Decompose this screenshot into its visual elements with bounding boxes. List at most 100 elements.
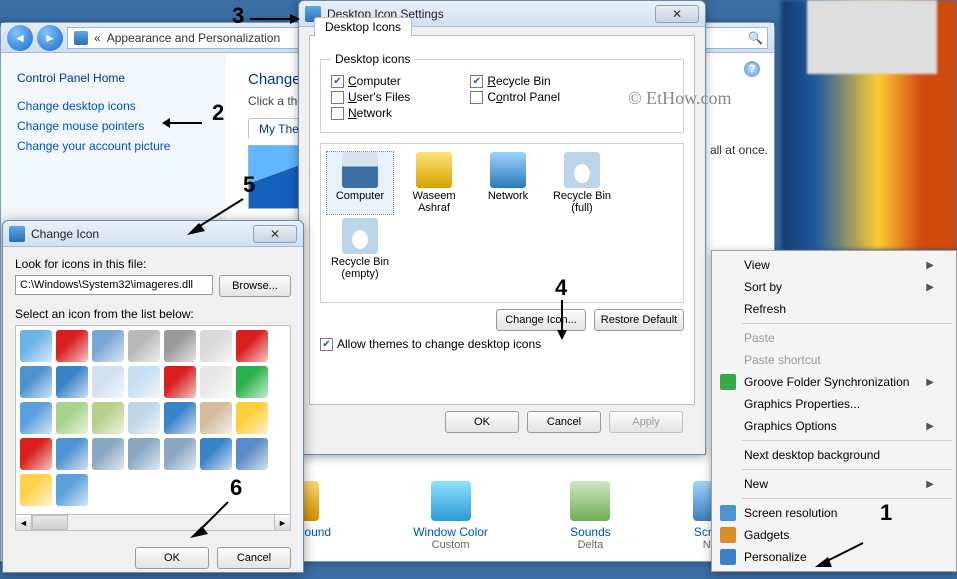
ci-ok-button[interactable]: OK: [135, 547, 209, 569]
scroll-left-button[interactable]: ◄: [16, 515, 32, 530]
submenu-arrow-icon: ▶: [926, 421, 934, 432]
desktop-icon-settings-dialog: Desktop Icon Settings ✕ Desktop Icons De…: [298, 0, 706, 455]
icon-choice[interactable]: [20, 366, 52, 398]
scroll-thumb[interactable]: [32, 515, 68, 530]
ci-select-label: Select an icon from the list below:: [15, 307, 291, 321]
icon-list[interactable]: [15, 325, 291, 515]
icon-choice[interactable]: [164, 438, 196, 470]
icon-choice[interactable]: [200, 330, 232, 362]
menu-item[interactable]: Graphics Properties...: [714, 393, 954, 415]
menu-separator: [742, 498, 952, 499]
tab-desktop-icons[interactable]: Desktop Icons: [314, 17, 412, 37]
icon-choice[interactable]: [236, 366, 268, 398]
menu-item[interactable]: View▶: [714, 254, 954, 276]
preview-item[interactable]: Computer: [327, 152, 393, 214]
icon-choice[interactable]: [56, 438, 88, 470]
menu-item[interactable]: Next desktop background: [714, 444, 954, 466]
preview-icon: [416, 152, 452, 188]
icon-choice[interactable]: [236, 330, 268, 362]
restore-default-button[interactable]: Restore Default: [594, 309, 684, 331]
icon-choice[interactable]: [56, 402, 88, 434]
scroll-right-button[interactable]: ►: [274, 515, 290, 530]
icon-choice[interactable]: [20, 402, 52, 434]
icon-choice[interactable]: [164, 402, 196, 434]
submenu-arrow-icon: ▶: [926, 260, 934, 271]
dis-tab-control: Desktop Icons Desktop icons Computer Use…: [309, 35, 695, 405]
dis-apply-button[interactable]: Apply: [609, 411, 683, 433]
menu-item: Paste: [714, 327, 954, 349]
submenu-arrow-icon: ▶: [926, 479, 934, 490]
dis-ok-button[interactable]: OK: [445, 411, 519, 433]
change-icon-dialog: Change Icon ✕ Look for icons in this fil…: [2, 220, 304, 573]
icon-choice[interactable]: [56, 366, 88, 398]
icon-choice[interactable]: [92, 402, 124, 434]
menu-item[interactable]: Sort by▶: [714, 276, 954, 298]
icon-list-scrollbar[interactable]: ◄ ►: [15, 515, 291, 531]
close-icon[interactable]: ✕: [655, 5, 699, 23]
icon-choice[interactable]: [164, 366, 196, 398]
menu-item[interactable]: Screen resolution: [714, 502, 954, 524]
ci-title-icon: [9, 226, 25, 242]
window-color-icon: [431, 481, 471, 521]
breadcrumb-prefix: «: [94, 31, 101, 45]
icon-choice[interactable]: [128, 402, 160, 434]
icon-file-path-input[interactable]: [15, 275, 213, 295]
preview-item[interactable]: Network: [475, 152, 541, 214]
icon-preview-list[interactable]: ComputerWaseem AshrafNetworkRecycle Bin …: [320, 143, 684, 303]
bottom-item-window-color[interactable]: Window Color Custom: [413, 481, 488, 551]
close-icon[interactable]: ✕: [253, 225, 297, 243]
preview-item[interactable]: Recycle Bin (full): [549, 152, 615, 214]
link-change-mouse-pointers[interactable]: Change mouse pointers: [17, 119, 210, 133]
change-icon-button[interactable]: Change Icon...: [496, 309, 586, 331]
menu-item[interactable]: Personalize: [714, 546, 954, 568]
icon-choice[interactable]: [200, 438, 232, 470]
chk-control-panel[interactable]: Control Panel: [470, 90, 560, 104]
icon-choice[interactable]: [128, 366, 160, 398]
icon-choice[interactable]: [236, 438, 268, 470]
desktop-icon-blur: [807, 0, 937, 74]
menu-item-icon: [720, 374, 736, 390]
link-change-account-picture[interactable]: Change your account picture: [17, 139, 210, 153]
icon-choice[interactable]: [128, 330, 160, 362]
ci-cancel-button[interactable]: Cancel: [217, 547, 291, 569]
icon-choice[interactable]: [92, 366, 124, 398]
chk-users-files[interactable]: User's Files: [331, 90, 410, 104]
control-panel-icon: [74, 31, 88, 45]
forward-button[interactable]: ►: [37, 25, 63, 51]
menu-item-icon: [720, 549, 736, 565]
menu-item[interactable]: Groove Folder Synchronization▶: [714, 371, 954, 393]
icon-choice[interactable]: [164, 330, 196, 362]
bottom-item-sounds[interactable]: Sounds Delta: [570, 481, 611, 551]
icon-choice[interactable]: [200, 402, 232, 434]
icon-choice[interactable]: [20, 438, 52, 470]
menu-item[interactable]: New▶: [714, 473, 954, 495]
chk-computer[interactable]: Computer: [331, 74, 410, 88]
back-button[interactable]: ◄: [7, 25, 33, 51]
chk-network[interactable]: Network: [331, 106, 410, 120]
icon-choice[interactable]: [20, 330, 52, 362]
icon-choice[interactable]: [128, 438, 160, 470]
icon-choice[interactable]: [56, 474, 88, 506]
menu-item[interactable]: Refresh: [714, 298, 954, 320]
icon-choice[interactable]: [92, 438, 124, 470]
bottom-icon-row: Background Window Color Custom Sounds De…: [226, 481, 774, 551]
allow-themes-checkbox[interactable]: Allow themes to change desktop icons: [320, 337, 684, 351]
sounds-icon: [570, 481, 610, 521]
chk-recycle-bin[interactable]: Recycle Bin: [470, 74, 560, 88]
preview-item[interactable]: Recycle Bin (empty): [327, 218, 393, 280]
preview-icon: [342, 152, 378, 188]
icon-choice[interactable]: [56, 330, 88, 362]
icon-choice[interactable]: [92, 330, 124, 362]
menu-item-icon: [720, 527, 736, 543]
menu-item[interactable]: Graphics Options▶: [714, 415, 954, 437]
browse-button[interactable]: Browse...: [219, 275, 291, 297]
icon-choice[interactable]: [236, 402, 268, 434]
icon-choice[interactable]: [20, 474, 52, 506]
preview-item[interactable]: Waseem Ashraf: [401, 152, 467, 214]
help-icon[interactable]: ?: [744, 61, 760, 77]
ci-titlebar[interactable]: Change Icon ✕: [3, 221, 303, 247]
dis-cancel-button[interactable]: Cancel: [527, 411, 601, 433]
icon-choice[interactable]: [200, 366, 232, 398]
menu-item[interactable]: Gadgets: [714, 524, 954, 546]
link-change-desktop-icons[interactable]: Change desktop icons: [17, 99, 210, 113]
